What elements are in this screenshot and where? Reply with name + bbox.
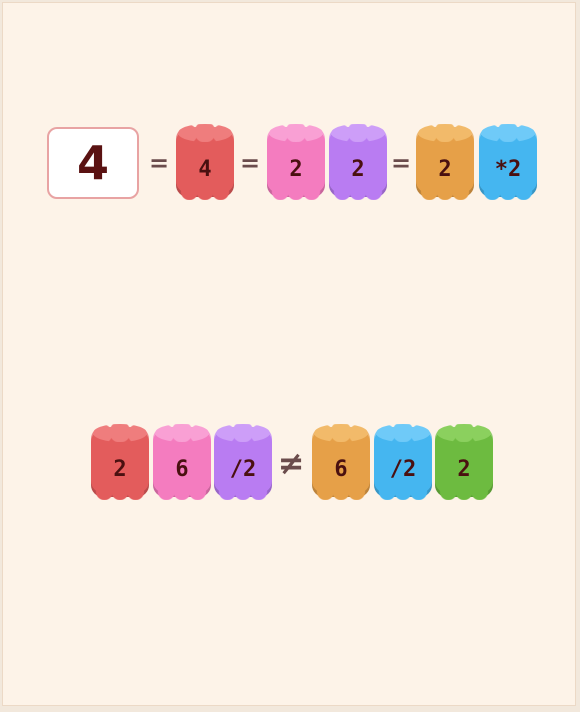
game-board: 4 = 4 = 2 2 = 2 *2 2 6 /2 ≠ 6 /2 2 [2,2,576,706]
target-number: 4 [76,136,109,190]
equation-row-1: 4 = 4 = 2 2 = 2 *2 [3,124,575,200]
number-tile[interactable]: 6 [312,424,370,500]
number-tile[interactable]: 2 [435,424,493,500]
tile-label: 2 [457,456,471,482]
target-number-box: 4 [47,127,139,199]
tile-label: 6 [334,456,348,482]
tile-label: *2 [494,156,522,182]
tile-label: 2 [289,156,303,182]
number-tile[interactable]: 2 [267,124,325,200]
operation-tile[interactable]: /2 [214,424,272,500]
tile-label: /2 [389,456,417,482]
equation-row-2: 2 6 /2 ≠ 6 /2 2 [3,424,575,500]
number-tile[interactable]: 4 [176,124,234,200]
tile-label: 2 [113,456,127,482]
operation-tile[interactable]: /2 [374,424,432,500]
number-tile[interactable]: 2 [91,424,149,500]
tile-label: 4 [198,156,212,182]
tile-label: /2 [229,456,257,482]
tile-label: 2 [438,156,452,182]
operation-tile[interactable]: *2 [479,124,537,200]
equals-sign: = [148,149,170,177]
not-equal-sign: ≠ [277,444,305,482]
number-tile[interactable]: 6 [153,424,211,500]
number-tile[interactable]: 2 [329,124,387,200]
equals-sign: = [390,149,412,177]
number-tile[interactable]: 2 [416,124,474,200]
equals-sign: = [239,149,261,177]
tile-label: 6 [175,456,189,482]
tile-label: 2 [351,156,365,182]
